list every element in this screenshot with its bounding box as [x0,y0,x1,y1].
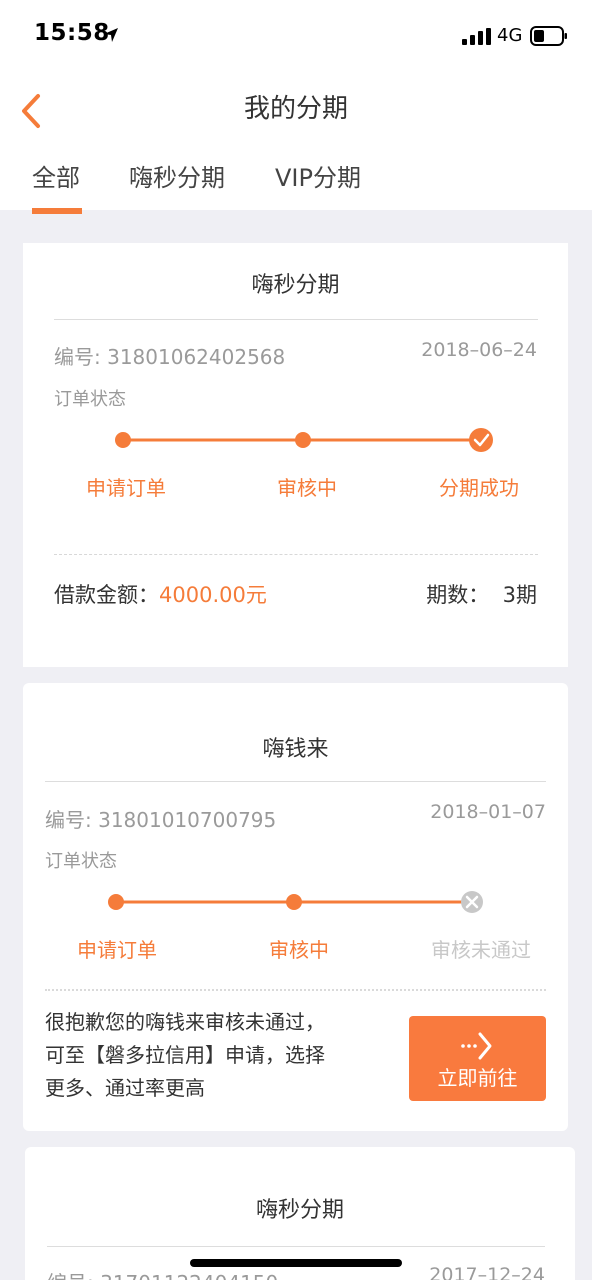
order-card[interactable]: 嗨秒分期 编号: 31801062402568 2018–06–24 订单状态 … [23,243,568,667]
tab-vip[interactable]: VIP分期 [275,158,361,193]
message-line: 更多、通过率更高 [45,1076,205,1100]
message-line: 很抱歉您的嗨钱来审核未通过， [45,1010,325,1034]
go-now-button[interactable]: 立即前往 [409,1016,546,1101]
step-label-apply: 申请订单 [77,938,157,962]
signal-icon [462,28,491,45]
message-line: 可至【磐多拉信用】申请，选择 [45,1043,325,1067]
tab-all[interactable]: 全部 [32,158,80,193]
period-value: 3期 [502,583,537,607]
divider [47,1246,545,1247]
arrow-right-icon [461,1032,492,1060]
order-title: 嗨秒分期 [251,273,340,298]
order-date: 2017–12–24 [429,1264,545,1280]
order-card[interactable]: 嗨钱来 编号: 31801010700795 2018–01–07 订单状态 申… [23,683,568,1131]
rejection-message: 很抱歉您的嗨钱来审核未通过， 可至【磐多拉信用】申请，选择 更多、通过率更高 [45,1006,325,1105]
network-type: 4G [497,25,523,46]
order-number: 编号: 31801010700795 [45,808,277,832]
loan-amount-label: 借款金额： [54,583,159,607]
step-dot [286,894,302,910]
order-title: 嗨秒分期 [255,1198,344,1223]
active-tab-indicator [32,208,82,214]
period-count: 期数： 3期 [426,579,537,609]
divider [45,781,546,782]
loan-amount-value: 4000.00元 [159,583,267,607]
order-progress [115,428,493,452]
order-title: 嗨钱来 [262,737,329,762]
status-bar: 15:58 4G [0,0,592,70]
tab-bar: 全部 嗨秒分期 VIP分期 [0,140,592,210]
loan-amount: 借款金额：4000.00元 [54,579,267,609]
order-number: 编号: 31701122404150 [47,1267,278,1280]
go-now-label: 立即前往 [437,1066,518,1090]
step-label-review: 审核中 [277,476,337,500]
tab-haimiao[interactable]: 嗨秒分期 [129,158,225,193]
order-number: 编号: 31801062402568 [54,345,286,369]
order-progress [108,891,483,913]
location-arrow-icon [104,28,118,42]
period-label: 期数： [426,583,490,607]
divider [54,319,538,320]
step-dot [115,432,131,448]
dashed-divider [54,554,538,555]
step-dot [108,894,124,910]
step-label-review: 审核中 [269,938,329,962]
step-label-success: 分期成功 [439,476,519,500]
dashed-divider [45,989,546,991]
step-dot [295,432,311,448]
page-title: 我的分期 [243,94,348,124]
order-status-label: 订单状态 [54,389,126,410]
order-date: 2018–01–07 [430,801,546,823]
step-label-apply: 申请订单 [86,476,166,500]
check-icon [469,428,493,452]
home-indicator [190,1259,402,1267]
navigation-bar: 我的分期 [0,70,592,140]
order-status-label: 订单状态 [45,851,117,872]
status-time: 15:58 [34,20,110,46]
order-date: 2018–06–24 [421,339,537,361]
step-label-rejected: 审核未通过 [431,938,531,962]
battery-icon [530,26,567,46]
